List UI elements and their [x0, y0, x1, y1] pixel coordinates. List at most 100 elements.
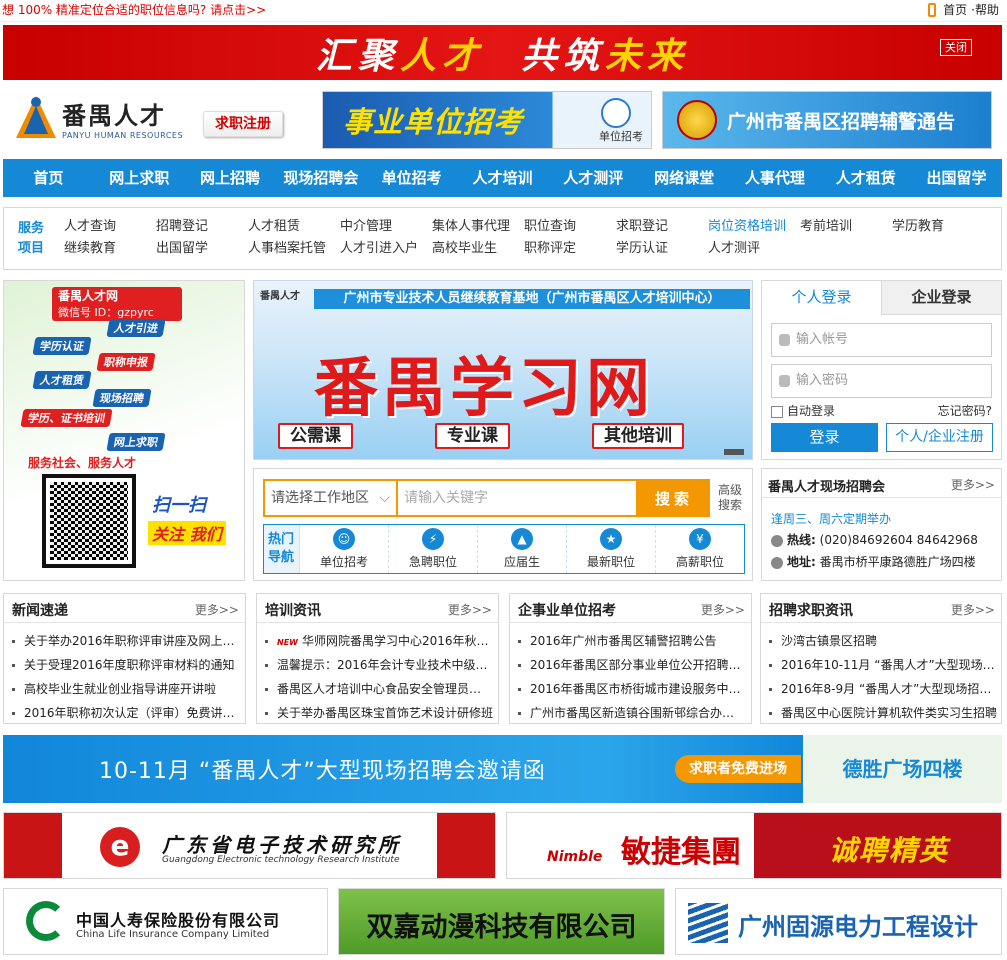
- auto-login-checkbox[interactable]: 自动登录: [771, 402, 835, 419]
- slogan-banner[interactable]: 汇聚人才 共筑未来 关闭: [3, 25, 1002, 80]
- news-item[interactable]: 关于受理2016年度职称评审材料的通知: [12, 653, 240, 677]
- panel-title: 培训资讯: [265, 603, 321, 619]
- news-item[interactable]: 沙湾古镇景区招聘: [769, 629, 997, 653]
- nav-item[interactable]: 人才测评: [548, 159, 639, 197]
- forgot-password-link[interactable]: 忘记密码?: [938, 402, 992, 419]
- service-link[interactable]: 人才查询: [64, 218, 156, 236]
- news-item[interactable]: 关于举办2016年职称评审讲座及网上申报: [12, 629, 240, 653]
- news-item[interactable]: 番禺区人才培训中心食品安全管理员培训班: [265, 677, 493, 701]
- hot-nav-item[interactable]: ☺ 单位招考: [300, 525, 389, 573]
- mobile-phone-icon[interactable]: [928, 3, 937, 17]
- panyu-learning-banner[interactable]: 番禺人才 广州市专业技术人员继续教育基地（广州市番禺区人才培训中心） 番禺学习网…: [253, 280, 753, 460]
- nimble-group-ad[interactable]: Nimble 敏捷集團 诚聘精英: [506, 812, 1002, 879]
- wechat-promo[interactable]: 番禺人才网 微信号 ID：gzpyrc 人才引进 学历认证 职称申报 人才租赁 …: [3, 280, 245, 581]
- nav-item[interactable]: 网上招聘: [185, 159, 276, 197]
- site-logo[interactable]: 番禺人才 PANYU HUMAN RESOURCES: [10, 90, 195, 146]
- job-fair-invitation-banner[interactable]: 10-11月 “番禺人才”大型现场招聘会邀请函 求职者免费进场 德胜广场四楼: [3, 735, 1002, 803]
- service-link[interactable]: 人才测评: [708, 240, 800, 258]
- service-link[interactable]: 出国留学: [156, 240, 248, 258]
- service-link[interactable]: 中介管理: [340, 218, 432, 236]
- news-item[interactable]: 高校毕业生就业创业指导讲座开讲啦: [12, 677, 240, 701]
- wechat-header: 番禺人才网 微信号 ID：gzpyrc: [52, 287, 182, 321]
- news-item[interactable]: 2016年番禺区部分事业单位公开招聘工作人员: [518, 653, 746, 677]
- auxiliary-police-ad[interactable]: 广州市番禺区招聘辅警通告: [662, 91, 992, 149]
- service-link[interactable]: 高校毕业生: [432, 240, 524, 258]
- guangdong-electronic-ad[interactable]: e 广东省电子技术研究所 Guangdong Electronic techno…: [3, 812, 496, 879]
- panel-more-link[interactable]: 更多>>: [951, 601, 995, 618]
- service-link[interactable]: 求职登记: [616, 218, 708, 236]
- area-select[interactable]: 请选择工作地区 ⌵: [263, 479, 396, 517]
- public-institution-exam-ad[interactable]: 事业单位招考 单位招考: [322, 91, 652, 149]
- person-search-icon: [601, 98, 631, 128]
- other-training-button[interactable]: 其他培训: [592, 423, 684, 449]
- nav-item[interactable]: 出国留学: [911, 159, 1002, 197]
- service-link[interactable]: 集体人事代理: [432, 218, 524, 236]
- nav-item[interactable]: 首页: [3, 159, 94, 197]
- news-item[interactable]: 2016年广州市番禺区辅警招聘公告: [518, 629, 746, 653]
- news-item[interactable]: 温馨提示：2016年会计专业技术中级资格考试: [265, 653, 493, 677]
- hot-nav-item[interactable]: ▲ 应届生: [478, 525, 567, 573]
- service-link[interactable]: 招聘登记: [156, 218, 248, 236]
- public-course-button[interactable]: 公需课: [278, 423, 353, 449]
- job-register-button[interactable]: 求职注册: [203, 111, 283, 137]
- panel-more-link[interactable]: 更多>>: [701, 601, 745, 618]
- professional-course-button[interactable]: 专业课: [435, 423, 510, 449]
- nav-item[interactable]: 网上求职: [94, 159, 185, 197]
- register-button[interactable]: 个人/企业注册: [886, 423, 993, 452]
- close-banner-button[interactable]: 关闭: [940, 39, 972, 56]
- hot-nav-item[interactable]: ⚡ 急聘职位: [389, 525, 478, 573]
- service-link-highlight[interactable]: 岗位资格培训: [708, 218, 800, 236]
- logo-en: PANYU HUMAN RESOURCES: [62, 131, 184, 140]
- panel-more-link[interactable]: 更多>>: [195, 601, 239, 618]
- news-item[interactable]: NEW 华师网院番禺学习中心2016年秋季招生: [265, 629, 493, 653]
- service-link[interactable]: 职称评定: [524, 240, 616, 258]
- shuangjia-animation-ad[interactable]: 双嘉动漫科技有限公司: [338, 888, 665, 955]
- home-link[interactable]: 首页: [943, 0, 967, 20]
- hot-nav-item[interactable]: ★ 最新职位: [567, 525, 656, 573]
- search-button[interactable]: 搜索: [638, 479, 710, 517]
- nav-item[interactable]: 现场招聘会: [275, 159, 366, 197]
- top-bar: 想 100% 精准定位合适的职位信息吗? 请点击>> 首页 ·帮助: [0, 0, 1007, 22]
- nav-item[interactable]: 网络课堂: [639, 159, 730, 197]
- carousel-indicator[interactable]: [724, 449, 744, 455]
- service-link[interactable]: 人事档案托管: [248, 240, 340, 258]
- help-link[interactable]: ·帮助: [971, 0, 999, 20]
- service-link[interactable]: 考前培训: [800, 218, 892, 236]
- login-button[interactable]: 登录: [771, 423, 878, 452]
- news-item[interactable]: 广州市番禺区新造镇谷围新邨综合办公室招聘: [518, 701, 746, 725]
- advanced-search-link[interactable]: 高级搜索: [718, 483, 748, 513]
- news-item[interactable]: 2016年8-9月 “番禺人才”大型现场招聘会: [769, 677, 997, 701]
- guyuan-power-ad[interactable]: 广州固源电力工程设计: [675, 888, 1002, 955]
- service-link[interactable]: 人才引进入户: [340, 240, 432, 258]
- nav-item[interactable]: 单位招考: [366, 159, 457, 197]
- news-item[interactable]: 番禺区中心医院计算机软件类实习生招聘: [769, 701, 997, 725]
- fair-more-link[interactable]: 更多>>: [951, 476, 995, 493]
- keyword-input[interactable]: [396, 479, 638, 517]
- fair-hotline: 热线: (020)84692604 84642968: [771, 531, 978, 548]
- precise-job-notice-link[interactable]: 想 100% 精准定位合适的职位信息吗? 请点击>>: [0, 0, 266, 20]
- nav-item[interactable]: 人才培训: [457, 159, 548, 197]
- banner-logo: 番禺人才: [260, 291, 300, 302]
- tab-personal-login[interactable]: 个人登录: [762, 281, 881, 315]
- panel-more-link[interactable]: 更多>>: [448, 601, 492, 618]
- follow-us-text: 关注 我们: [148, 521, 226, 545]
- news-item[interactable]: 2016年番禺区市桥街城市建设服务中心招聘: [518, 677, 746, 701]
- graduation-cap-icon: ▲: [511, 528, 533, 550]
- service-link[interactable]: 继续教育: [64, 240, 156, 258]
- account-input[interactable]: 输入帐号: [771, 323, 992, 357]
- service-link[interactable]: 学历认证: [616, 240, 708, 258]
- password-input[interactable]: 输入密码: [771, 364, 992, 398]
- hot-nav-item[interactable]: ¥ 高薪职位: [656, 525, 744, 573]
- job-search-panel: 请选择工作地区 ⌵ 搜索 高级搜索 热门导航 ☺单位招考 ⚡急聘职位 ▲应届生 …: [253, 468, 753, 581]
- nimble-logo: Nimble: [547, 849, 603, 865]
- service-link[interactable]: 人才租赁: [248, 218, 340, 236]
- china-life-ad[interactable]: 中国人寿保险股份有限公司 China Life Insurance Compan…: [3, 888, 328, 955]
- nav-item[interactable]: 人才租赁: [820, 159, 911, 197]
- news-item[interactable]: 2016年10-11月 “番禺人才”大型现场招聘会: [769, 653, 997, 677]
- tab-company-login[interactable]: 企业登录: [881, 281, 1001, 315]
- service-link[interactable]: 学历教育: [892, 218, 984, 236]
- news-item[interactable]: 2016年职称初次认定（评审）免费讲座通知: [12, 701, 240, 725]
- news-item[interactable]: 关于举办番禺区珠宝首饰艺术设计研修班: [265, 701, 493, 725]
- service-link[interactable]: 职位查询: [524, 218, 616, 236]
- nav-item[interactable]: 人事代理: [730, 159, 821, 197]
